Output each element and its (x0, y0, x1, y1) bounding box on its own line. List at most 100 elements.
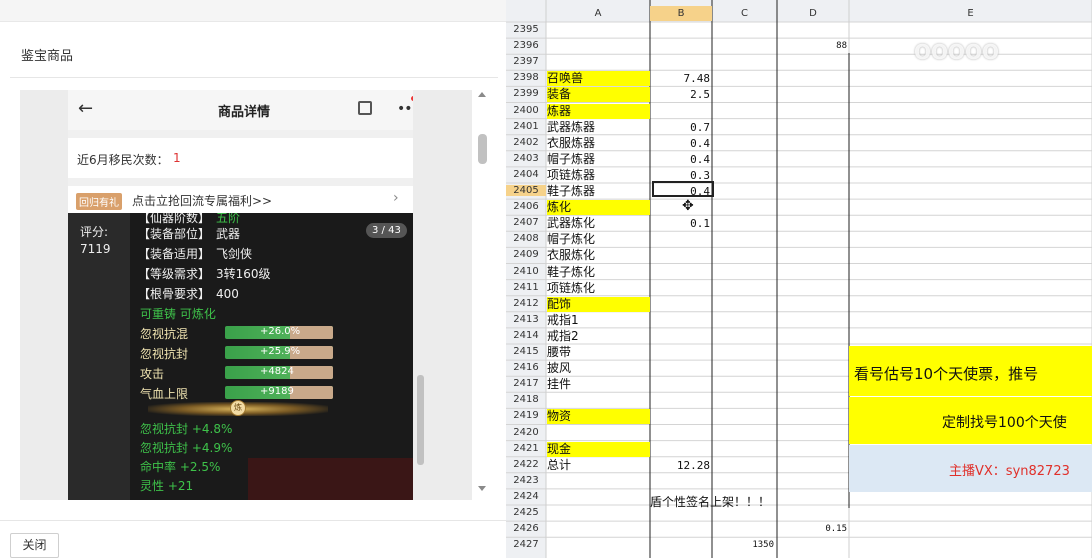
stat-bar-value: +26.0% (260, 326, 301, 337)
item-detail-dialog: 鉴宝商品 ← 商品详情 ••• 近6月移民次数： 1 回归有礼 (0, 0, 506, 558)
migration-count-label: 近6月移民次数： (77, 153, 169, 167)
row-number[interactable]: 2404 (506, 169, 546, 180)
screenshot-margin-left (20, 90, 68, 500)
dialog-title: 鉴宝商品 (21, 49, 74, 64)
cell-a[interactable]: 项链炼化 (547, 281, 595, 296)
promo-banner[interactable]: 回归有礼 点击立抢回流专属福利>> › (68, 186, 413, 214)
cell-a[interactable]: 鞋子炼器 (547, 184, 595, 199)
cell-b[interactable]: 12.28 (650, 458, 710, 473)
row-number[interactable]: 2418 (506, 394, 546, 405)
attribute-row: 【装备适用】 飞剑侠 (138, 245, 252, 262)
spreadsheet: A B C D E 2395 2396 88 2397 2398 召唤兽 7.48 2399 装… (506, 0, 1092, 558)
cell-a[interactable]: 戒指2 (547, 329, 579, 344)
cell-d[interactable]: 88 (777, 39, 847, 54)
column-header-c[interactable]: C (712, 6, 777, 21)
dialog-scrollbar-thumb[interactable] (478, 134, 487, 164)
row-number[interactable]: 2407 (506, 217, 546, 228)
row-number[interactable]: 2424 (506, 491, 546, 502)
column-header-d[interactable]: D (777, 6, 849, 21)
cell-a[interactable]: 武器炼化 (547, 216, 595, 231)
screenshot-scrollbar-thumb[interactable] (417, 375, 424, 465)
promo-text: 点击立抢回流专属福利>> (132, 194, 273, 208)
cell-a[interactable]: 召唤兽 (547, 71, 650, 87)
cell-a[interactable]: 现金 (547, 441, 650, 457)
cell-a[interactable]: 配饰 (547, 296, 650, 312)
cell-a[interactable]: 鞋子炼化 (547, 265, 595, 280)
row-number[interactable]: 2402 (506, 137, 546, 148)
row-number[interactable]: 2417 (506, 378, 546, 389)
cell-a[interactable]: 戒指1 (547, 313, 579, 328)
cell-a[interactable]: 武器炼器 (547, 120, 595, 135)
row-number[interactable]: 2415 (506, 346, 546, 357)
cell-b[interactable]: 2.5 (650, 87, 710, 102)
ad-banner-custom-text: 定制找号100个天使 (942, 415, 1067, 431)
more-icon[interactable]: ••• (397, 101, 413, 117)
signature-note: 盾个性签名上架！！！ (650, 495, 771, 509)
bonus-stat: 忽视抗封 +4.9% (140, 441, 233, 455)
row-number[interactable]: 2413 (506, 314, 546, 325)
migration-count-value: 1 (173, 151, 181, 165)
row-number[interactable]: 2409 (506, 249, 546, 260)
row-number[interactable]: 2397 (506, 56, 546, 67)
column-header-a[interactable]: A (546, 6, 650, 21)
cell-a[interactable]: 装备 (547, 87, 650, 103)
active-cell-outline[interactable] (652, 181, 714, 197)
row-number[interactable]: 2410 (506, 266, 546, 277)
cell-a[interactable]: 腰带 (547, 345, 571, 360)
row-number[interactable]: 2408 (506, 233, 546, 244)
row-number[interactable]: 2403 (506, 153, 546, 164)
row-number[interactable]: 2419 (506, 410, 546, 421)
row-number[interactable]: 2406 (506, 201, 546, 212)
row-number[interactable]: 2398 (506, 72, 546, 83)
stat-bar-name: 攻击 (140, 367, 165, 381)
cell-a[interactable]: 衣服炼器 (547, 136, 595, 151)
cell-a[interactable]: 帽子炼化 (547, 232, 595, 247)
cell-d[interactable]: 0.15 (777, 522, 847, 537)
cell-b[interactable]: 0.4 (650, 136, 710, 151)
row-number[interactable]: 2395 (506, 24, 546, 35)
cell-a[interactable]: 物资 (547, 409, 650, 425)
row-number[interactable]: 2423 (506, 475, 546, 486)
row-number[interactable]: 2416 (506, 362, 546, 373)
cell-a[interactable]: 衣服炼化 (547, 248, 595, 263)
row-number[interactable]: 2425 (506, 507, 546, 518)
row-number[interactable]: 2427 (506, 539, 546, 550)
cell-b[interactable]: 0.7 (650, 120, 710, 135)
stat-bar-name: 忽视抗混 (140, 327, 189, 341)
row-number[interactable]: 2400 (506, 105, 546, 116)
cell-a[interactable]: 炼化 (547, 200, 650, 216)
cell-a[interactable]: 炼器 (547, 103, 650, 119)
migration-count-row: 近6月移民次数： 1 (68, 138, 413, 178)
cell-a[interactable]: 挂件 (547, 377, 571, 392)
scroll-down-icon[interactable] (478, 486, 486, 491)
score-label: 评分: (80, 225, 109, 239)
row-number[interactable]: 2405 (506, 185, 546, 196)
row-number[interactable]: 2399 (506, 88, 546, 99)
promo-tag: 回归有礼 (76, 193, 122, 210)
cell-a[interactable]: 披风 (547, 361, 571, 376)
cell-b[interactable]: 0.4 (650, 152, 710, 167)
attribute-row: 【等级需求】 3转160级 (138, 265, 271, 282)
cell-c[interactable]: 1350 (712, 538, 774, 553)
row-number[interactable]: 2412 (506, 298, 546, 309)
equipment-card-sidebar (68, 213, 130, 500)
column-header-b[interactable]: B (650, 6, 712, 21)
cell-b[interactable]: 7.48 (650, 71, 711, 86)
close-button[interactable]: 关闭 (10, 533, 59, 558)
cell-a[interactable]: 帽子炼器 (547, 152, 595, 167)
row-number[interactable]: 2426 (506, 523, 546, 534)
row-number[interactable]: 2411 (506, 282, 546, 293)
scroll-up-icon[interactable] (478, 92, 486, 97)
back-arrow-icon[interactable]: ← (78, 98, 93, 119)
row-number[interactable]: 2422 (506, 459, 546, 470)
column-header-e[interactable]: E (849, 6, 1092, 21)
row-number[interactable]: 2401 (506, 121, 546, 132)
cell-b[interactable]: 0.1 (650, 216, 710, 231)
row-number[interactable]: 2420 (506, 427, 546, 438)
row-number[interactable]: 2414 (506, 330, 546, 341)
cell-a[interactable]: 项链炼器 (547, 168, 595, 183)
row-number[interactable]: 2421 (506, 443, 546, 454)
share-icon[interactable] (358, 101, 372, 115)
row-number[interactable]: 2396 (506, 40, 546, 51)
cell-a[interactable]: 总计 (547, 458, 571, 473)
